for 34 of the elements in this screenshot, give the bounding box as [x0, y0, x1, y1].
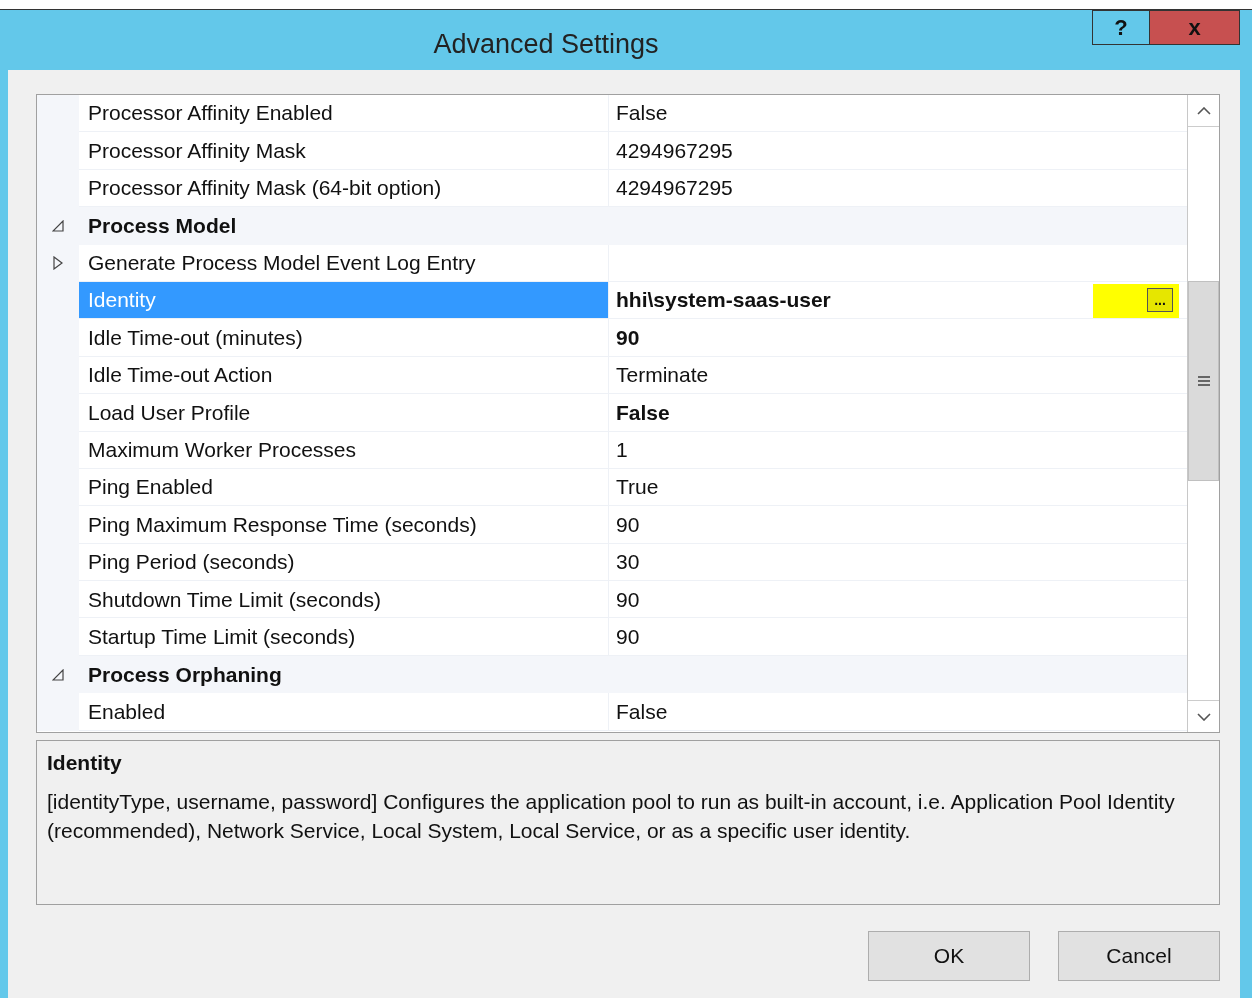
property-value[interactable]: True [616, 471, 659, 503]
category-row[interactable]: Process Model [37, 207, 1187, 245]
scrollbar[interactable] [1187, 95, 1219, 732]
collapse-triangle-icon[interactable] [52, 668, 64, 681]
browse-button[interactable]: ... [1147, 288, 1173, 313]
description-text: [identityType, username, password] Configures the application pool to run as built-in account, i.e. Application Pool Identity (recommended), Network Service, Local System, Local Service, or as a specific user identity. [47, 788, 1176, 844]
scroll-up-icon[interactable] [1196, 106, 1211, 115]
scroll-thumb[interactable] [1188, 281, 1219, 481]
grip-icon [1196, 375, 1211, 387]
category-label: Process Orphaning [87, 661, 282, 688]
window-title: Advanced Settings [433, 28, 659, 61]
dialog-button[interactable]: OK [868, 931, 1030, 981]
property-value[interactable]: 4294967295 [616, 134, 733, 167]
description-title: Identity [47, 750, 123, 776]
close-button[interactable]: x [1150, 10, 1240, 45]
property-value[interactable]: 90 [616, 321, 640, 354]
property-value[interactable]: 30 [616, 546, 640, 578]
collapse-triangle-icon[interactable] [52, 219, 64, 232]
help-button[interactable]: ? [1092, 10, 1150, 45]
property-value[interactable]: 90 [616, 508, 640, 541]
category-label: Process Model [87, 213, 237, 240]
property-value[interactable]: Terminate [616, 359, 709, 391]
dialog-button[interactable]: Cancel [1058, 931, 1220, 981]
property-value[interactable]: False [616, 97, 668, 129]
property-value[interactable]: False [616, 396, 670, 429]
property-value[interactable]: 1 [616, 433, 628, 466]
property-value[interactable]: 90 [616, 583, 640, 615]
property-value[interactable]: False [616, 695, 668, 728]
category-row[interactable]: Process Orphaning [37, 655, 1187, 694]
property-value[interactable]: hhi\system-saas-user [616, 284, 831, 316]
property-value[interactable]: 4294967295 [616, 172, 733, 204]
scroll-down-icon[interactable] [1196, 712, 1211, 721]
property-value[interactable]: 90 [616, 620, 640, 653]
expand-triangle-icon[interactable] [52, 256, 64, 271]
